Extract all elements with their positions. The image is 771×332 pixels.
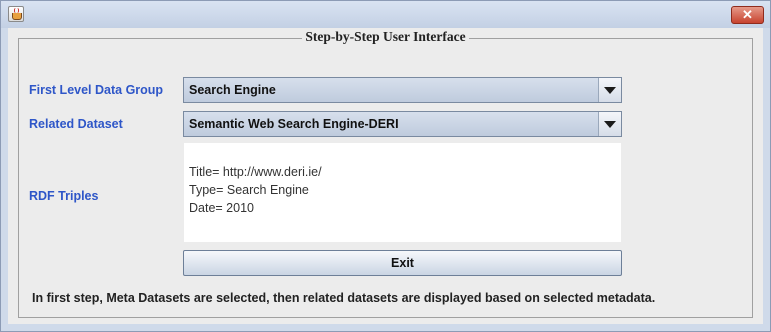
related-dataset-value: Semantic Web Search Engine-DERI [189,117,399,131]
main-panel: Step-by-Step User Interface First Level … [8,28,763,324]
first-level-value: Search Engine [189,83,276,97]
app-window: ✕ Step-by-Step User Interface First Leve… [0,0,771,332]
rdf-line-date: Date= 2010 [189,201,254,215]
first-level-dropdown-button[interactable] [598,78,621,102]
rdf-line-title: Title= http://www.deri.ie/ [189,165,322,179]
related-dataset-label: Related Dataset [29,117,123,131]
title-bar[interactable]: ✕ [1,1,770,28]
chevron-down-icon [604,87,616,94]
related-dataset-combo[interactable]: Semantic Web Search Engine-DERI [183,111,622,137]
rdf-triples-textarea[interactable]: Title= http://www.deri.ie/ Type= Search … [184,143,621,242]
panel-title: Step-by-Step User Interface [8,29,763,45]
java-cup-icon[interactable] [8,6,24,22]
first-level-label: First Level Data Group [29,83,164,97]
first-level-combo[interactable]: Search Engine [183,77,622,103]
rdf-triples-label: RDF Triples [29,189,99,203]
chevron-down-icon [604,121,616,128]
close-button[interactable]: ✕ [731,6,764,24]
footer-text: In first step, Meta Datasets are selecte… [32,291,656,305]
rdf-line-type: Type= Search Engine [189,183,309,197]
exit-button[interactable]: Exit [183,250,622,276]
related-dataset-dropdown-button[interactable] [598,112,621,136]
